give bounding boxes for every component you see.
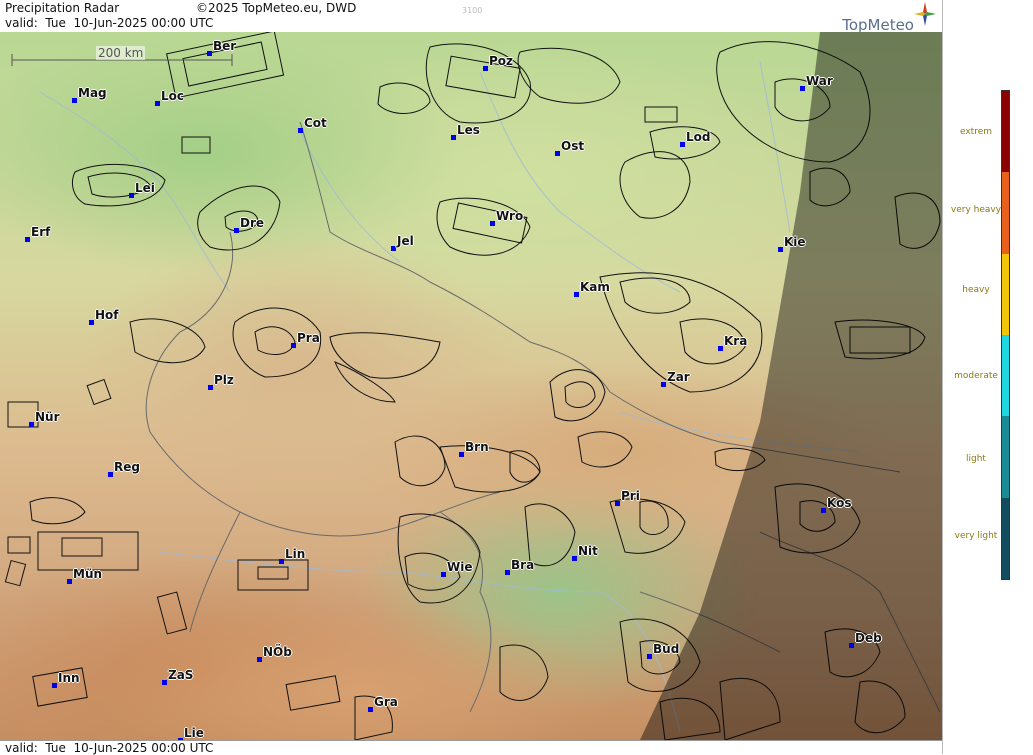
city-label: Kos bbox=[827, 496, 852, 510]
city-label: Reg bbox=[114, 460, 140, 474]
city-label: Brn bbox=[465, 440, 489, 454]
city-label: Kam bbox=[580, 280, 610, 294]
city-marker bbox=[451, 135, 456, 140]
city-marker bbox=[647, 654, 652, 659]
city-label: Cot bbox=[304, 116, 327, 130]
city-label: Wro bbox=[496, 209, 524, 223]
city-label: Ost bbox=[561, 139, 585, 153]
city-label: Loc bbox=[161, 89, 185, 103]
city-marker bbox=[129, 193, 134, 198]
city-marker bbox=[490, 221, 495, 226]
city-label: Jel bbox=[397, 234, 414, 248]
city-label: War bbox=[806, 74, 833, 88]
map-title: Precipitation Radar bbox=[5, 1, 120, 15]
city-marker bbox=[155, 101, 160, 106]
city-marker bbox=[821, 508, 826, 513]
city-label: Inn bbox=[58, 671, 80, 685]
city-label: Gra bbox=[374, 695, 398, 709]
city-label: NÖb bbox=[263, 645, 292, 659]
radar-map[interactable]: 200 km Ber Poz War Mag Loc Cot Les Ost Lod Lei Dre… bbox=[0, 32, 942, 740]
compass-star-icon bbox=[914, 2, 936, 26]
city-marker bbox=[572, 556, 577, 561]
city-label: Lin bbox=[285, 547, 306, 561]
city-marker bbox=[680, 142, 685, 147]
city-label: Zar bbox=[667, 370, 690, 384]
city-marker bbox=[849, 643, 854, 648]
city-marker bbox=[298, 128, 303, 133]
city-marker bbox=[661, 382, 666, 387]
city-marker bbox=[800, 86, 805, 91]
city-marker bbox=[441, 572, 446, 577]
city-marker bbox=[67, 579, 72, 584]
city-label: Hof bbox=[95, 308, 119, 322]
city-marker bbox=[459, 452, 464, 457]
city-marker bbox=[615, 501, 620, 506]
city-marker bbox=[25, 237, 30, 242]
city-marker bbox=[555, 151, 560, 156]
city-label: Ber bbox=[213, 39, 237, 53]
city-label: Kra bbox=[724, 334, 748, 348]
city-label: Erf bbox=[31, 225, 51, 239]
city-marker bbox=[208, 385, 213, 390]
city-marker bbox=[89, 320, 94, 325]
city-marker bbox=[279, 559, 284, 564]
copyright-text: ©2025 TopMeteo.eu, DWD bbox=[196, 1, 357, 15]
city-label: ZaS bbox=[168, 668, 194, 682]
city-marker bbox=[234, 228, 239, 233]
city-marker bbox=[718, 346, 723, 351]
city-marker bbox=[257, 657, 262, 662]
header-bar: Precipitation Radar ©2025 TopMeteo.eu, D… bbox=[0, 0, 942, 34]
city-label: Dre bbox=[240, 216, 265, 230]
city-label: Lod bbox=[686, 130, 711, 144]
city-marker bbox=[505, 570, 510, 575]
city-label: Nit bbox=[578, 544, 598, 558]
city-marker bbox=[162, 680, 167, 685]
legend-label: heavy bbox=[962, 285, 990, 295]
legend-label: light bbox=[966, 454, 986, 464]
legend-label: extrem bbox=[959, 127, 993, 137]
city-label: Les bbox=[457, 123, 480, 137]
city-label: Mün bbox=[73, 567, 103, 581]
footer-bar: valid: Tue 10-Jun-2025 00:00 UTC bbox=[0, 740, 942, 755]
city-label: Pri bbox=[621, 489, 640, 503]
topmeteo-logo[interactable]: TopMeteo bbox=[828, 2, 938, 34]
city-marker bbox=[391, 246, 396, 251]
footer-valid-time: valid: Tue 10-Jun-2025 00:00 UTC bbox=[5, 741, 214, 755]
city-label: Wie bbox=[447, 560, 473, 574]
city-label: Pra bbox=[297, 331, 320, 345]
city-marker bbox=[52, 683, 57, 688]
legend-label: very heavy bbox=[950, 205, 1002, 215]
city-marker bbox=[291, 343, 296, 348]
city-marker bbox=[483, 66, 488, 71]
city-label: Deb bbox=[855, 631, 882, 645]
city-label: Poz bbox=[489, 54, 514, 68]
legend-label: moderate bbox=[954, 371, 998, 381]
city-marker bbox=[574, 292, 579, 297]
city-label: Nür bbox=[35, 410, 60, 424]
city-label: Kie bbox=[784, 235, 806, 249]
city-label: Bud bbox=[653, 642, 680, 656]
scale-bar-label: 200 km bbox=[96, 46, 146, 60]
intensity-legend: extrem very heavy heavy moderate light very l… bbox=[942, 0, 1033, 754]
city-label: Lie bbox=[184, 726, 204, 740]
city-label: Bra bbox=[511, 558, 535, 572]
city-label: Mag bbox=[78, 86, 107, 100]
city-label: Plz bbox=[214, 373, 234, 387]
legend-color-bar bbox=[1001, 90, 1010, 580]
city-marker bbox=[72, 98, 77, 103]
city-label: Lei bbox=[135, 181, 155, 195]
watermark-text: 3100 bbox=[462, 6, 483, 15]
city-marker bbox=[778, 247, 783, 252]
legend-label: very light bbox=[954, 531, 998, 541]
map-overlay bbox=[4, 32, 942, 740]
city-marker bbox=[29, 422, 34, 427]
city-marker bbox=[368, 707, 373, 712]
city-marker bbox=[108, 472, 113, 477]
valid-time: valid: Tue 10-Jun-2025 00:00 UTC bbox=[5, 16, 214, 30]
city-marker bbox=[207, 51, 212, 56]
